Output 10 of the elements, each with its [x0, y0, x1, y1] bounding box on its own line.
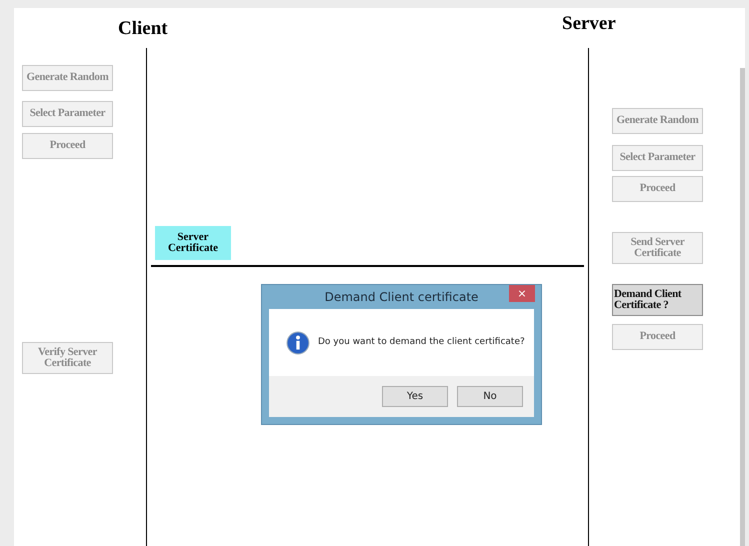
dialog-message: Do you want to demand the client certificate? — [318, 336, 525, 349]
info-icon — [286, 330, 310, 354]
step-button[interactable]: Demand Client Certificate ? — [612, 284, 703, 316]
column-title: Server — [562, 12, 616, 36]
close-button[interactable]: × — [509, 285, 535, 302]
dialog-button[interactable]: Yes — [382, 386, 448, 407]
column-title: Client — [118, 17, 168, 41]
dialog-button[interactable]: No — [457, 386, 523, 407]
dialog-title: Demand Client certificate — [324, 289, 478, 306]
message-label: Server Certificate — [155, 226, 231, 260]
